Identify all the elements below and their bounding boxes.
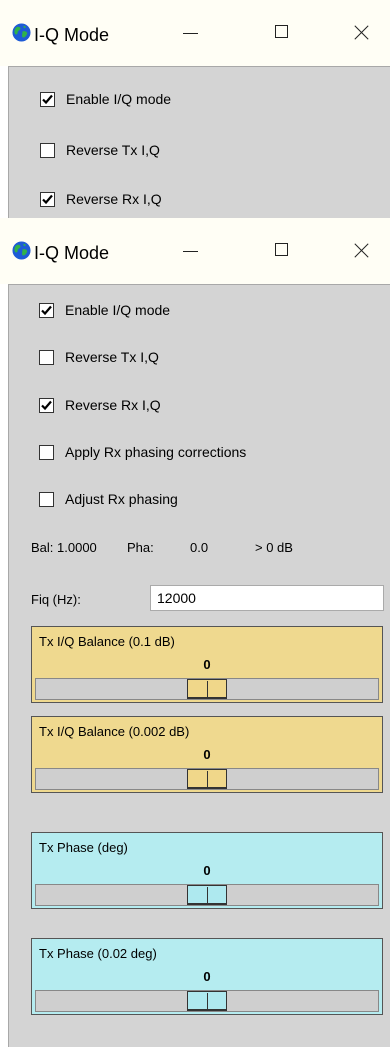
main-content: Enable I/Q mode Reverse Tx I,Q Reverse R… — [0, 0, 390, 1047]
slider-thumb[interactable] — [187, 991, 227, 1011]
slider-panel-tx-iq-balance-fine: Tx I/Q Balance (0.002 dB) 0 — [31, 716, 383, 793]
slider-panel-tx-phase-coarse: Tx Phase (deg) 0 — [31, 832, 383, 909]
checkmark-icon — [41, 305, 52, 316]
checkbox-label: Adjust Rx phasing — [65, 491, 178, 507]
slider-track[interactable] — [35, 884, 379, 906]
balance-readout: Bal: 1.0000 — [31, 540, 97, 555]
slider-panel-tx-phase-fine: Tx Phase (0.02 deg) 0 — [31, 938, 383, 1015]
slider-value: 0 — [203, 863, 211, 878]
phase-label: Pha: — [127, 540, 154, 555]
slider-panel-tx-iq-balance-coarse: Tx I/Q Balance (0.1 dB) 0 — [31, 626, 383, 703]
slider-thumb[interactable] — [187, 769, 227, 789]
checkbox-label: Enable I/Q mode — [65, 302, 171, 318]
slider-track[interactable] — [35, 768, 379, 790]
checkbox-label: Apply Rx phasing corrections — [65, 444, 247, 460]
checkbox-label: Reverse Rx I,Q — [65, 397, 161, 413]
checkmark-icon — [41, 400, 52, 411]
slider-title: Tx Phase (deg) — [39, 840, 128, 855]
slider-value: 0 — [203, 657, 211, 672]
checkbox-box[interactable] — [39, 303, 54, 318]
slider-title: Tx I/Q Balance (0.002 dB) — [39, 724, 190, 739]
db-readout: > 0 dB — [255, 540, 293, 555]
checkbox-box[interactable] — [39, 492, 54, 507]
fiq-label: Fiq (Hz): — [31, 592, 81, 607]
slider-track[interactable] — [35, 678, 379, 700]
slider-track[interactable] — [35, 990, 379, 1012]
slider-title: Tx I/Q Balance (0.1 dB) — [39, 634, 175, 649]
slider-thumb[interactable] — [187, 679, 227, 699]
phase-readout: 0.0 — [190, 540, 209, 555]
checkbox-box[interactable] — [39, 445, 54, 460]
checkbox-box[interactable] — [39, 398, 54, 413]
checkbox-label: Reverse Tx I,Q — [65, 349, 159, 365]
slider-thumb[interactable] — [187, 885, 227, 905]
slider-title: Tx Phase (0.02 deg) — [39, 946, 157, 961]
slider-value: 0 — [203, 969, 211, 984]
fiq-input[interactable] — [150, 585, 384, 611]
slider-value: 0 — [203, 747, 211, 762]
checkbox-box[interactable] — [39, 350, 54, 365]
